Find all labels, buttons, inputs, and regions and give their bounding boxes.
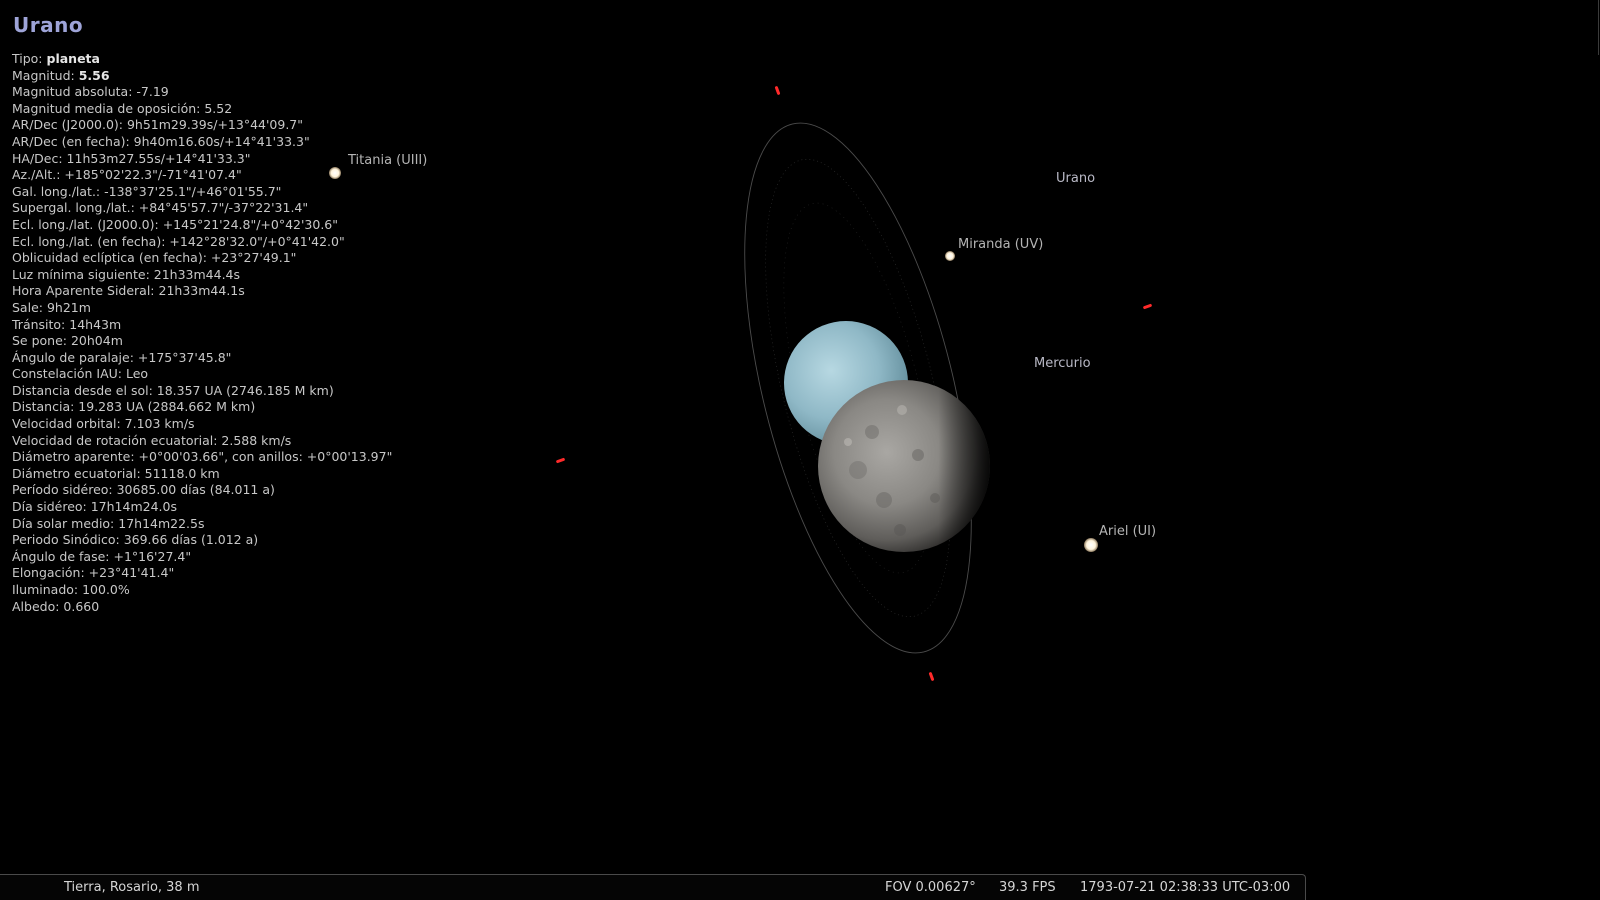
status-fov: FOV 0.00627° (885, 880, 976, 895)
mercurio-label: Mercurio (1034, 356, 1091, 371)
titania-moon[interactable] (329, 167, 341, 179)
urano-label: Urano (1056, 171, 1096, 186)
planet-scene[interactable] (0, 0, 1600, 900)
ariel-label: Ariel (UI) (1099, 524, 1157, 539)
ariel-moon[interactable] (1084, 538, 1098, 552)
sky-view[interactable]: Urano Tipo: planeta Magnitud: 5.56 Magni… (0, 0, 1600, 900)
titania-label: Titania (UIII) (348, 153, 428, 168)
miranda-label: Miranda (UV) (958, 237, 1044, 252)
window-edge-line (1598, 0, 1599, 55)
status-bar[interactable]: Tierra, Rosario, 38 m FOV 0.00627° 39.3 … (0, 874, 1306, 900)
miranda-moon[interactable] (945, 251, 955, 261)
status-fps: 39.3 FPS (999, 880, 1056, 895)
status-location[interactable]: Tierra, Rosario, 38 m (64, 880, 200, 895)
status-datetime[interactable]: 1793-07-21 02:38:33 UTC-03:00 (1080, 880, 1290, 895)
